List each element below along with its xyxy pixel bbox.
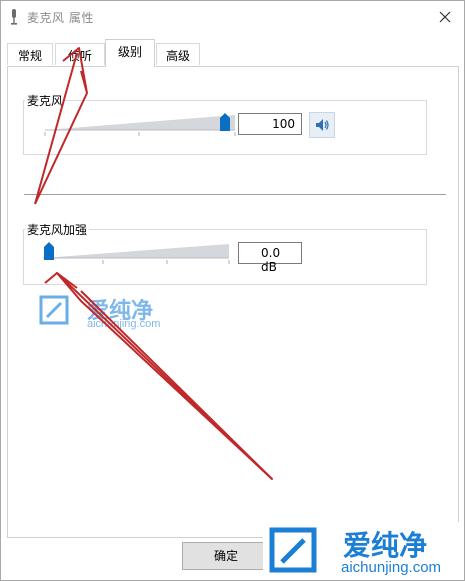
- watermark-middle: 爱纯净 aichunjing.com: [37, 293, 197, 337]
- title-bar[interactable]: 麦克风 属性: [1, 1, 464, 34]
- tab-listen[interactable]: 侦听: [55, 43, 105, 65]
- mute-button[interactable]: [309, 112, 335, 138]
- watermark-corner-logo-icon: [269, 527, 317, 573]
- window-title: 麦克风 属性: [27, 11, 94, 25]
- boost-slider[interactable]: [41, 240, 231, 266]
- microphone-icon: [11, 9, 17, 25]
- boost-label: 麦克风加强: [25, 221, 90, 238]
- watermark-en: aichunjing.com: [87, 318, 161, 330]
- tab-advanced[interactable]: 高级: [156, 43, 200, 65]
- boost-level-value[interactable]: 0.0 dB: [238, 242, 302, 274]
- speaker-icon: [316, 119, 329, 131]
- ok-button[interactable]: 确定: [182, 542, 270, 570]
- watermark-corner: 爱纯净 aichunjing.com: [263, 522, 463, 580]
- microphone-volume-slider[interactable]: [43, 111, 238, 137]
- tab-levels[interactable]: 级别: [105, 39, 155, 67]
- close-icon[interactable]: [433, 5, 457, 29]
- watermark-corner-cn: 爱纯净: [343, 529, 428, 562]
- tab-strip: 常规 侦听 级别 高级: [7, 37, 462, 67]
- watermark-logo-icon: [39, 295, 69, 325]
- watermark-corner-en: aichunjing.com: [341, 559, 442, 576]
- separator: [24, 194, 446, 195]
- tab-general[interactable]: 常规: [7, 43, 53, 65]
- microphone-level-value[interactable]: 100: [238, 113, 302, 135]
- microphone-label: 麦克风: [25, 92, 66, 109]
- properties-window: 麦克风 属性 常规 侦听 级别 高级 麦克风 100 麦克风加强 0.0 dB …: [0, 0, 465, 581]
- boost-slider-thumb: [44, 242, 54, 260]
